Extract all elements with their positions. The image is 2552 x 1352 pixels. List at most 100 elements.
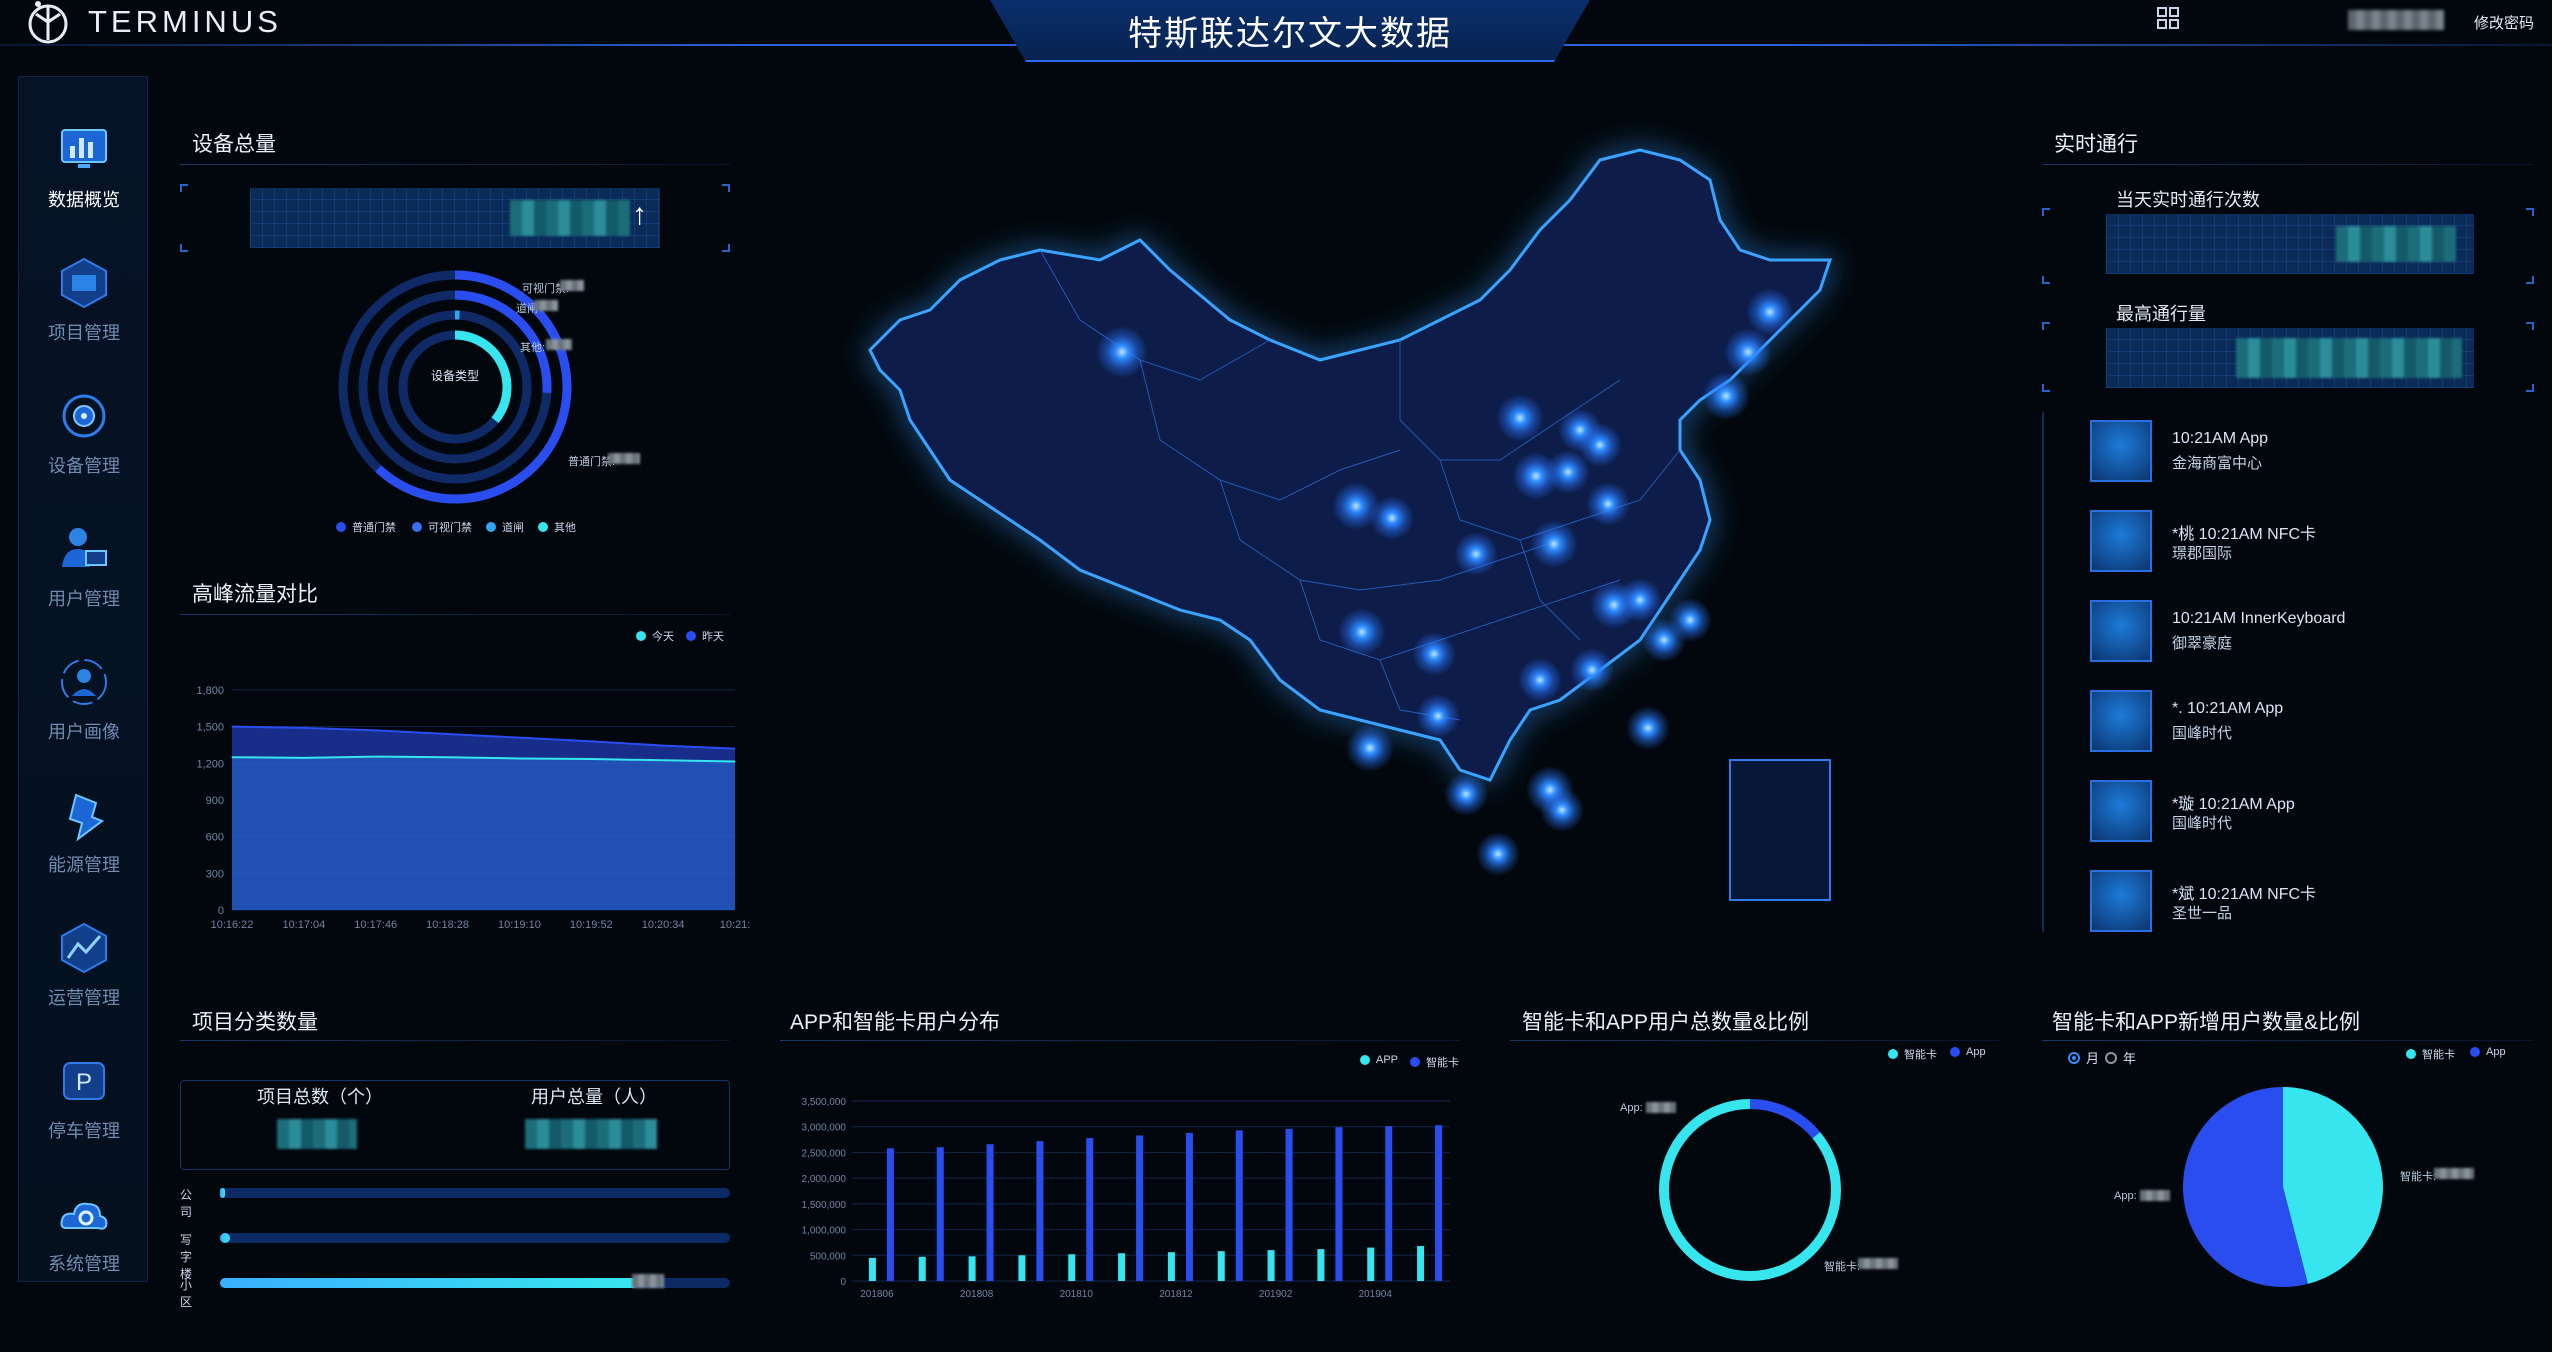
radio-year-label[interactable]: 年 [2123, 1048, 2136, 1067]
today-traffic-value-redacted [2336, 226, 2456, 262]
device-total-counter: ↑ [250, 188, 660, 248]
sidebar-item-parking-management[interactable]: P 停车管理 [19, 1038, 149, 1158]
ring-label-other: 其他: [520, 342, 546, 354]
legend-label: APP [1376, 1054, 1399, 1066]
sidebar-item-device-management[interactable]: 设备管理 [19, 373, 149, 493]
legend-label: App [2486, 1046, 2506, 1058]
new-ratio-title: 智能卡和APP新增用户数量&比例 [2052, 1011, 2361, 1034]
bar-smart-card [936, 1147, 944, 1281]
project-summary-box: 项目总数（个） 用户总量（人） [180, 1080, 730, 1170]
panel-divider [780, 1040, 1460, 1041]
max-traffic-counter [2106, 328, 2474, 388]
traffic-record[interactable]: *桃 10:21AM NFC卡 璟郡国际 [2090, 510, 2450, 580]
x-tick-label: 201806 [860, 1289, 894, 1300]
bar-smart-card [1185, 1132, 1193, 1281]
brand-logo[interactable]: TERMINUS [24, 0, 282, 44]
radio-month-icon[interactable] [2068, 1051, 2080, 1064]
trend-operations-icon [61, 922, 107, 974]
x-tick-label: 201808 [960, 1289, 994, 1300]
legend-dot [1410, 1057, 1420, 1067]
sidebar-item-label: 用户画像 [48, 722, 120, 742]
frame-corner [180, 184, 188, 192]
legend-dot [538, 522, 548, 532]
legend-label: 智能卡 [2422, 1049, 2455, 1061]
traffic-record[interactable]: *斌 10:21AM NFC卡 圣世一品 [2090, 870, 2450, 940]
record-location: 金海商富中心 [2172, 455, 2263, 472]
y-tick-label: 900 [206, 795, 224, 807]
record-location: 璟郡国际 [2172, 545, 2233, 562]
y-tick-label: 1,200 [196, 758, 224, 770]
legend-label: 道闸 [502, 522, 524, 534]
panel-divider [2042, 1040, 2534, 1041]
sidebar-item-system-management[interactable]: 系统管理 [19, 1171, 149, 1291]
face-avatar-icon [2090, 690, 2152, 752]
sidebar-item-label: 用户管理 [48, 589, 120, 609]
radio-month-label[interactable]: 月 [2086, 1048, 2099, 1067]
traffic-record[interactable]: *. 10:21AM App 国峰时代 [2090, 690, 2450, 760]
bar-app [1217, 1251, 1225, 1281]
panel-divider [1510, 1040, 2000, 1041]
total-projects-value-redacted [277, 1119, 357, 1149]
category-bar-track [220, 1188, 730, 1198]
face-avatar-icon [2090, 870, 2152, 932]
bar-app [918, 1256, 926, 1281]
camera-device-icon [62, 394, 106, 438]
legend-other: 其他 [538, 519, 576, 535]
ring-value-redacted [560, 280, 584, 291]
new-ratio-pie[interactable] [2178, 1082, 2388, 1292]
frame-corner [2526, 208, 2534, 216]
panel-divider [180, 164, 730, 165]
traffic-record[interactable]: 10:21AM InnerKeyboard 御翠豪庭 [2090, 600, 2450, 670]
legend-today: 今天 [636, 628, 674, 644]
traffic-record[interactable]: 10:21AM App 金海商富中心 [2090, 420, 2450, 490]
legend-smart-card: 智能卡 [2406, 1046, 2455, 1062]
bar-smart-card [1435, 1125, 1443, 1281]
period-toggle: 月 年 [2068, 1048, 2136, 1067]
bar-smart-card [1385, 1126, 1393, 1281]
data-point [303, 757, 305, 759]
peak-traffic-title: 高峰流量对比 [192, 583, 318, 606]
bar-app [1317, 1249, 1325, 1281]
legend-label: 智能卡 [1426, 1057, 1459, 1069]
parking-icon: P [63, 1062, 105, 1100]
south-sea-inset [1729, 759, 1831, 901]
record-time-method: *璇 10:21AM App [2172, 796, 2295, 813]
brand-name: TERMINUS [88, 4, 282, 39]
donut-label-app: App: [1620, 1102, 1643, 1114]
legend-normal-gate: 普通门禁 [336, 519, 396, 535]
bar-smart-card [1335, 1127, 1343, 1281]
y-tick-label: 3,500,000 [802, 1097, 847, 1108]
legend-dot [686, 631, 696, 641]
sidebar-item-data-overview[interactable]: 数据概览 [19, 107, 149, 227]
y-tick-label: 1,500 [196, 722, 224, 734]
peak-traffic-chart[interactable]: 1,800 1,500 1,200 900 600 300 0 10:16:22 10:17:0… [190, 670, 750, 940]
max-traffic-label: 最高通行量 [2116, 304, 2206, 324]
change-password-link[interactable]: 修改密码 [2474, 12, 2534, 33]
sidebar-item-user-management[interactable]: 用户管理 [19, 506, 149, 626]
legend-visual-gate: 可视门禁 [412, 519, 472, 535]
sidebar-item-user-profile[interactable]: 用户画像 [19, 639, 149, 759]
sidebar-item-project-management[interactable]: 项目管理 [19, 240, 149, 360]
pie-value-redacted [2434, 1168, 2474, 1179]
record-time-method: 10:21AM InnerKeyboard [2172, 610, 2346, 627]
sidebar-item-operations-management[interactable]: 运营管理 [19, 905, 149, 1025]
y-tick-label: 600 [206, 832, 224, 844]
legend-dot [2406, 1049, 2416, 1059]
legend-label: App [1966, 1046, 1986, 1058]
sidebar-item-label: 系统管理 [48, 1254, 120, 1274]
china-map[interactable] [840, 120, 1940, 920]
user-distribution-chart[interactable]: 3,500,000 3,000,000 2,500,000 2,000,000 1,50… [790, 1085, 1460, 1305]
app-grid-icon[interactable] [2156, 6, 2180, 30]
ring-value-redacted [546, 339, 572, 350]
x-tick-label: 201812 [1159, 1289, 1193, 1300]
bar-app [968, 1256, 976, 1281]
traffic-record[interactable]: *璇 10:21AM App 国峰时代 [2090, 780, 2450, 850]
data-point [231, 726, 233, 728]
radio-year-icon[interactable] [2105, 1051, 2118, 1064]
sidebar-item-label: 运营管理 [48, 988, 120, 1008]
sidebar-item-label: 能源管理 [48, 855, 120, 875]
username-redacted[interactable] [2348, 10, 2444, 30]
sidebar-item-energy-management[interactable]: 能源管理 [19, 772, 149, 892]
data-point [662, 759, 664, 761]
face-avatar-icon [2090, 600, 2152, 662]
